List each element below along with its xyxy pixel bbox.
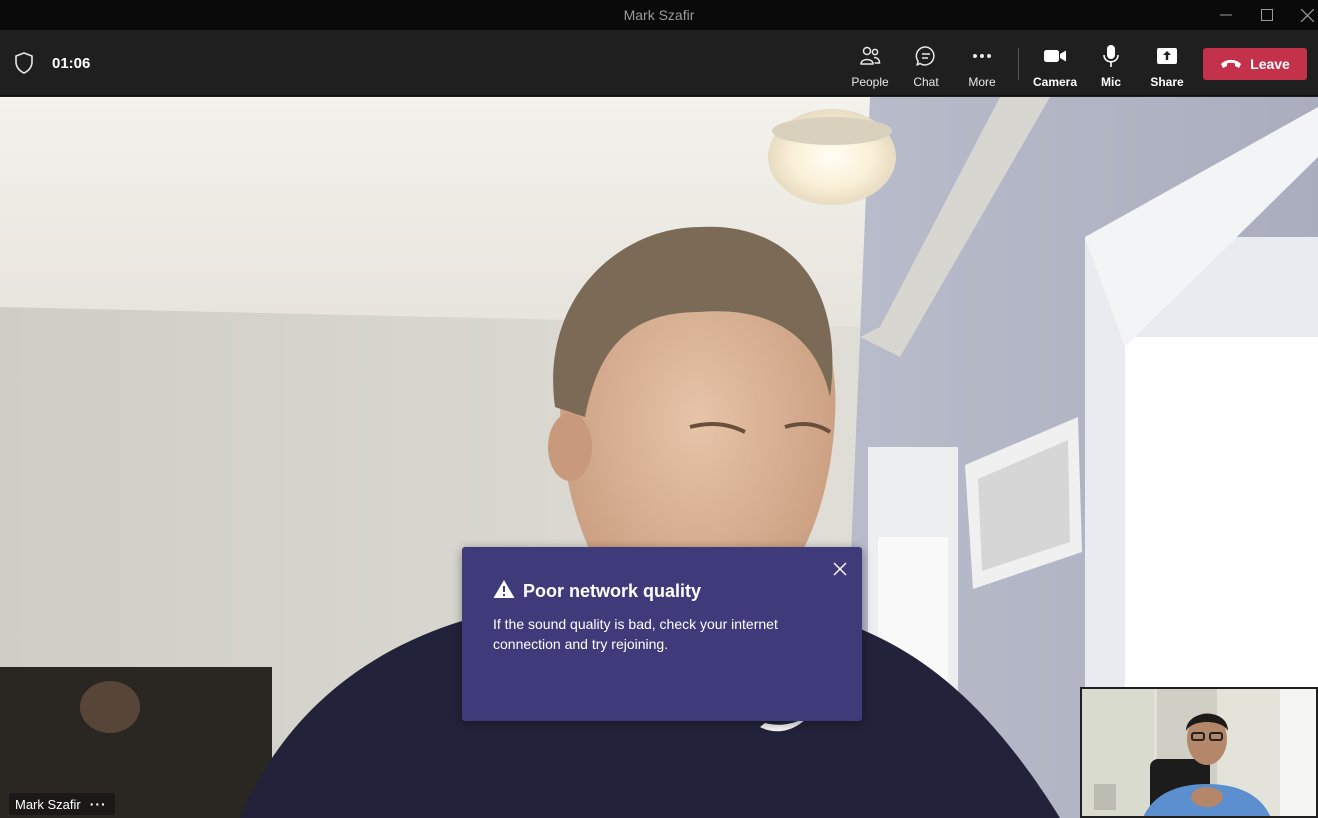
maximize-button[interactable] — [1247, 0, 1287, 30]
window-title: Mark Szafir — [623, 7, 695, 23]
share-icon — [1157, 48, 1177, 64]
self-view-image — [1082, 689, 1316, 816]
toolbar-divider — [1018, 48, 1019, 80]
mic-button[interactable]: Mic — [1085, 40, 1137, 90]
dismiss-notification-button[interactable] — [830, 559, 850, 579]
leave-button[interactable]: Leave — [1203, 48, 1307, 80]
more-label: More — [968, 75, 996, 89]
share-button[interactable]: Share — [1141, 40, 1193, 90]
meeting-toolbar: 01:06 People Chat More Camera Mic Share … — [0, 30, 1318, 96]
participant-more-button[interactable]: ··· — [90, 796, 107, 812]
minimize-icon — [1220, 14, 1232, 16]
chat-label: Chat — [913, 75, 939, 89]
self-view-video[interactable] — [1080, 687, 1318, 818]
mic-icon — [1103, 45, 1119, 67]
more-button[interactable]: More — [956, 40, 1008, 90]
shield-icon[interactable] — [12, 51, 36, 75]
people-button[interactable]: People — [844, 40, 896, 90]
video-stage: Poor network quality If the sound qualit… — [0, 97, 1318, 818]
notification-message: If the sound quality is bad, check your … — [493, 616, 778, 652]
leave-label: Leave — [1250, 56, 1290, 72]
participant-name: Mark Szafir — [15, 796, 81, 812]
chat-button[interactable]: Chat — [900, 40, 952, 90]
maximize-icon — [1261, 9, 1273, 21]
share-label: Share — [1150, 75, 1184, 89]
close-window-button[interactable] — [1287, 0, 1318, 30]
mic-label: Mic — [1100, 75, 1121, 89]
chat-icon — [915, 46, 935, 66]
window-title-bar: Mark Szafir — [0, 0, 1318, 30]
camera-button[interactable]: Camera — [1029, 40, 1081, 90]
participant-name-tag: Mark Szafir ··· — [9, 793, 115, 815]
notification-title: Poor network quality — [523, 581, 702, 601]
close-icon — [1300, 8, 1314, 22]
network-quality-notification: Poor network quality If the sound qualit… — [462, 547, 862, 721]
call-timer: 01:06 — [52, 55, 91, 72]
minimize-button[interactable] — [1206, 0, 1246, 30]
hang-up-icon — [1221, 59, 1242, 68]
people-label: People — [851, 75, 889, 89]
more-icon — [973, 54, 991, 58]
camera-icon — [1044, 50, 1066, 62]
people-icon — [860, 46, 881, 65]
warning-icon — [493, 580, 515, 598]
camera-label: Camera — [1032, 75, 1078, 89]
close-icon — [833, 562, 847, 576]
